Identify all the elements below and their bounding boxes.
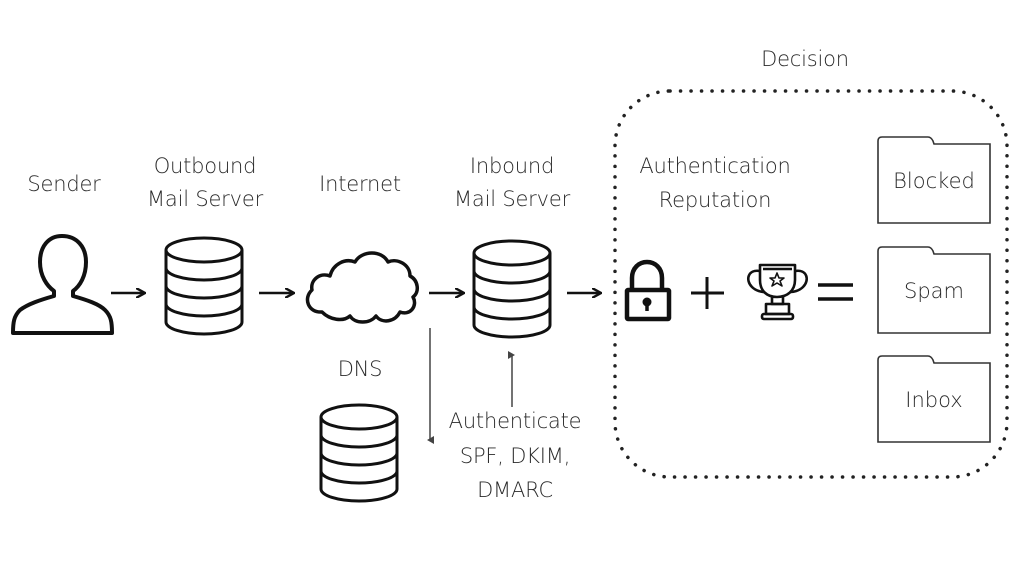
user-icon [11, 234, 114, 335]
plus-icon [691, 277, 724, 309]
trophy-icon [746, 263, 809, 321]
outbound-database-icon [164, 236, 244, 336]
cloud-icon [305, 251, 419, 324]
dns-database-icon [319, 403, 399, 503]
inbound-database-icon [472, 239, 552, 339]
outcome-blocked: Blocked [893, 169, 975, 193]
equals-icon [818, 283, 853, 301]
lock-icon [624, 259, 672, 322]
diagram-canvas [11, 89, 1009, 503]
outcome-spam: Spam [904, 279, 964, 303]
outcome-inbox: Inbox [905, 388, 963, 412]
